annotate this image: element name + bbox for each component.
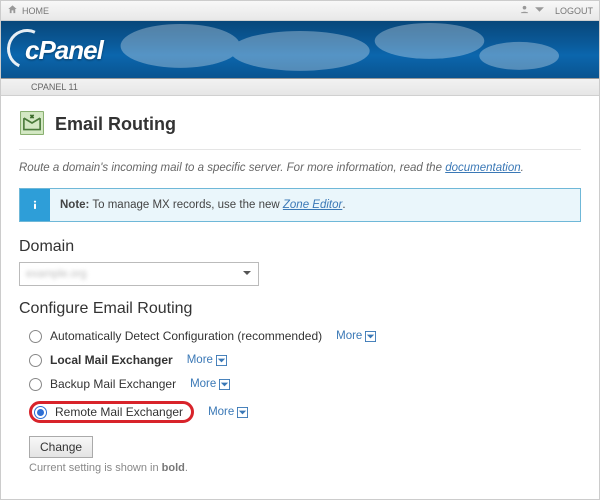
- more-toggle-icon: [216, 355, 227, 366]
- zone-editor-link[interactable]: Zone Editor: [283, 199, 342, 211]
- radio-label-auto[interactable]: Automatically Detect Configuration (reco…: [50, 329, 322, 343]
- banner: cPanel: [1, 21, 599, 79]
- radio-list: Automatically Detect Configuration (reco…: [29, 324, 581, 428]
- hint-text: Current setting is shown in bold.: [29, 462, 581, 474]
- documentation-link[interactable]: documentation: [445, 162, 520, 174]
- note-bold: Note:: [60, 199, 89, 211]
- user-dropdown-icon[interactable]: [534, 4, 545, 17]
- more-toggle-icon: [219, 379, 230, 390]
- radio-row-backup: Backup Mail Exchanger More: [29, 372, 581, 396]
- radio-label-local[interactable]: Local Mail Exchanger: [50, 353, 173, 367]
- radio-row-local: Local Mail Exchanger More: [29, 348, 581, 372]
- domain-select[interactable]: example.org: [19, 262, 259, 286]
- radio-backup[interactable]: [29, 378, 42, 391]
- configure-heading: Configure Email Routing: [19, 300, 581, 318]
- info-icon: [20, 189, 50, 221]
- more-link-local[interactable]: More: [187, 354, 227, 366]
- domain-selected-value: example.org: [26, 268, 87, 280]
- radio-row-remote: Remote Mail Exchanger More: [29, 396, 581, 428]
- top-bar: HOME LOGOUT: [1, 1, 599, 21]
- more-link-backup[interactable]: More: [190, 378, 230, 390]
- radio-label-remote[interactable]: Remote Mail Exchanger: [55, 405, 183, 419]
- more-toggle-icon: [237, 407, 248, 418]
- more-link-remote[interactable]: More: [208, 406, 248, 418]
- change-button[interactable]: Change: [29, 436, 93, 458]
- more-link-auto[interactable]: More: [336, 330, 376, 342]
- more-toggle-icon: [365, 331, 376, 342]
- breadcrumb: CPANEL 11: [1, 79, 599, 96]
- divider: [19, 149, 581, 150]
- note-box: Note: To manage MX records, use the new …: [19, 188, 581, 222]
- radio-local[interactable]: [29, 354, 42, 367]
- radio-remote[interactable]: [34, 406, 47, 419]
- intro-text: Route a domain's incoming mail to a spec…: [19, 162, 581, 174]
- email-routing-icon: [19, 110, 45, 139]
- home-link[interactable]: HOME: [22, 6, 49, 16]
- domain-heading: Domain: [19, 238, 581, 256]
- radio-row-auto: Automatically Detect Configuration (reco…: [29, 324, 581, 348]
- user-icon[interactable]: [519, 4, 530, 17]
- radio-label-backup[interactable]: Backup Mail Exchanger: [50, 377, 176, 391]
- cpanel-logo: cPanel: [25, 35, 103, 66]
- page-title: Email Routing: [55, 114, 176, 135]
- logout-link[interactable]: LOGOUT: [555, 6, 593, 16]
- home-icon[interactable]: [7, 4, 18, 17]
- chevron-down-icon: [242, 267, 252, 281]
- radio-auto[interactable]: [29, 330, 42, 343]
- note-text: To manage MX records, use the new: [89, 199, 282, 211]
- highlight-ring: Remote Mail Exchanger: [29, 401, 194, 423]
